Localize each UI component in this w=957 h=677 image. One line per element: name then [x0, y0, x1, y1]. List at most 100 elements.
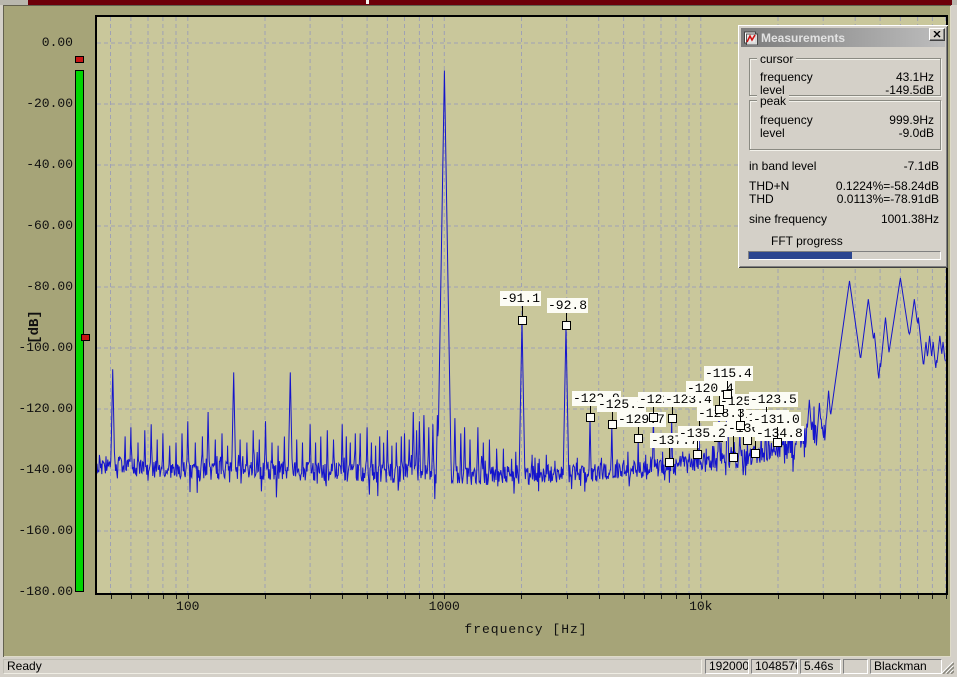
- peak-label-connector: [719, 396, 720, 405]
- measurement-row: frequency 43.1Hz: [750, 70, 940, 84]
- peak-marker: [562, 321, 571, 330]
- x-minor-tick: [900, 595, 901, 599]
- peak-label-connector: [669, 448, 670, 458]
- measurement-row: THD 0.0113%=-78.91dB: [738, 192, 948, 206]
- x-minor-tick: [176, 595, 177, 599]
- peak-label: -91.1: [500, 291, 542, 306]
- x-minor-tick: [148, 595, 149, 599]
- peak-label-connector: [727, 381, 728, 390]
- x-minor-tick: [855, 595, 856, 599]
- level-meter-mark-tick: [81, 334, 90, 341]
- x-minor-tick: [624, 595, 625, 599]
- x-minor-tick: [521, 595, 522, 599]
- fft-progress-label: FFT progress: [771, 234, 843, 248]
- x-minor-tick: [405, 595, 406, 599]
- x-minor-tick: [932, 595, 933, 599]
- y-tick-label: -100.00: [18, 340, 73, 355]
- close-button[interactable]: [929, 28, 945, 41]
- x-minor-tick: [599, 595, 600, 599]
- measurements-group-peak: peak frequency 999.9Hz level -9.0dB: [749, 94, 941, 150]
- x-minor-tick: [367, 595, 368, 599]
- peak-marker: [608, 420, 617, 429]
- x-minor-tick: [188, 595, 189, 599]
- peak-label: -92.8: [547, 298, 589, 313]
- peak-label-connector: [740, 409, 741, 421]
- x-minor-tick: [342, 595, 343, 599]
- x-minor-tick: [111, 595, 112, 599]
- x-minor-tick: [131, 595, 132, 599]
- x-minor-tick: [676, 595, 677, 599]
- peak-label-connector: [777, 427, 778, 438]
- fft-progress-bar: [748, 251, 941, 260]
- peak-label-connector: [672, 407, 673, 414]
- peak-marker: [723, 390, 732, 399]
- measurements-titlebar[interactable]: Measurements: [741, 28, 945, 47]
- status-cell: 5.46s: [800, 659, 841, 674]
- measurement-label: THD: [749, 192, 774, 206]
- peak-marker: [649, 413, 658, 422]
- measurement-row: THD+N 0.1224%=-58.24dB: [738, 179, 948, 193]
- x-tick-label: 10k: [689, 599, 713, 614]
- top-strip-highlight: [366, 0, 369, 4]
- peak-label-connector: [638, 427, 639, 434]
- status-bar: Ready 192000 1048576 5.46s Blackman: [2, 657, 955, 675]
- peak-marker: [736, 421, 745, 430]
- peak-label: -131.0: [752, 412, 801, 427]
- peak-label: -135.2: [678, 426, 727, 441]
- measurement-value: 0.1224%=-58.24dB: [835, 179, 939, 193]
- measurement-value: 43.1Hz: [895, 70, 934, 84]
- peak-marker: [668, 414, 677, 423]
- measurement-label: in band level: [749, 159, 817, 173]
- peak-label: -129.7: [617, 412, 666, 427]
- measurement-label: level: [760, 126, 785, 140]
- group-legend: peak: [757, 94, 790, 108]
- x-minor-tick: [880, 595, 881, 599]
- peak-marker: [634, 434, 643, 443]
- peak-marker: [729, 453, 738, 462]
- x-minor-tick: [265, 595, 266, 599]
- x-axis-title: frequency [Hz]: [464, 622, 588, 637]
- group-legend: cursor: [757, 52, 797, 66]
- close-icon: [933, 31, 941, 38]
- measurements-title: Measurements: [761, 30, 846, 45]
- peak-label: -123.5: [749, 392, 798, 407]
- measurements-group-cursor: cursor frequency 43.1Hz level -149.5dB: [749, 52, 941, 97]
- status-cell: 1048576: [751, 659, 798, 674]
- measurement-row: level -9.0dB: [750, 126, 940, 140]
- y-tick-label: -40.00: [26, 157, 73, 172]
- y-tick-label: -140.00: [18, 462, 73, 477]
- status-cell: [843, 659, 868, 674]
- x-minor-tick: [661, 595, 662, 599]
- peak-marker: [518, 316, 527, 325]
- measurement-label: frequency: [760, 113, 813, 127]
- peak-marker: [751, 449, 760, 458]
- peak-label-connector: [566, 313, 567, 321]
- x-minor-tick: [701, 595, 702, 599]
- measurement-value: 999.9Hz: [889, 113, 934, 127]
- app-window: { "app": { "colors": { "frame": "#d4d0c8…: [0, 0, 957, 677]
- x-minor-tick: [644, 595, 645, 599]
- x-minor-tick: [163, 595, 164, 599]
- resize-grip-icon[interactable]: [941, 661, 954, 674]
- x-minor-tick: [567, 595, 568, 599]
- peak-label-connector: [522, 306, 523, 316]
- measurements-window: Measurements cursor frequency 43.1Hz level -…: [738, 25, 948, 268]
- x-tick-label: 1000: [428, 599, 460, 614]
- measurement-label: sine frequency: [749, 212, 828, 226]
- status-cell: 192000: [705, 659, 749, 674]
- x-minor-tick: [433, 595, 434, 599]
- peak-label-connector: [590, 406, 591, 413]
- x-minor-tick: [918, 595, 919, 599]
- peak-marker: [693, 450, 702, 459]
- measurement-row: sine frequency 1001.38Hz: [738, 212, 948, 226]
- measurement-value: -149.5dB: [885, 83, 934, 97]
- measurement-row: in band level -7.1dB: [738, 159, 948, 173]
- measurement-label: frequency: [760, 70, 813, 84]
- level-meter-peak-hold-tick: [75, 56, 84, 63]
- y-tick-label: -160.00: [18, 523, 73, 538]
- y-tick-label: 0.00: [41, 35, 73, 50]
- peak-marker: [773, 438, 782, 447]
- fft-progress-fill: [749, 252, 853, 259]
- y-tick-label: -180.00: [18, 584, 73, 599]
- x-tick-label: 100: [176, 599, 200, 614]
